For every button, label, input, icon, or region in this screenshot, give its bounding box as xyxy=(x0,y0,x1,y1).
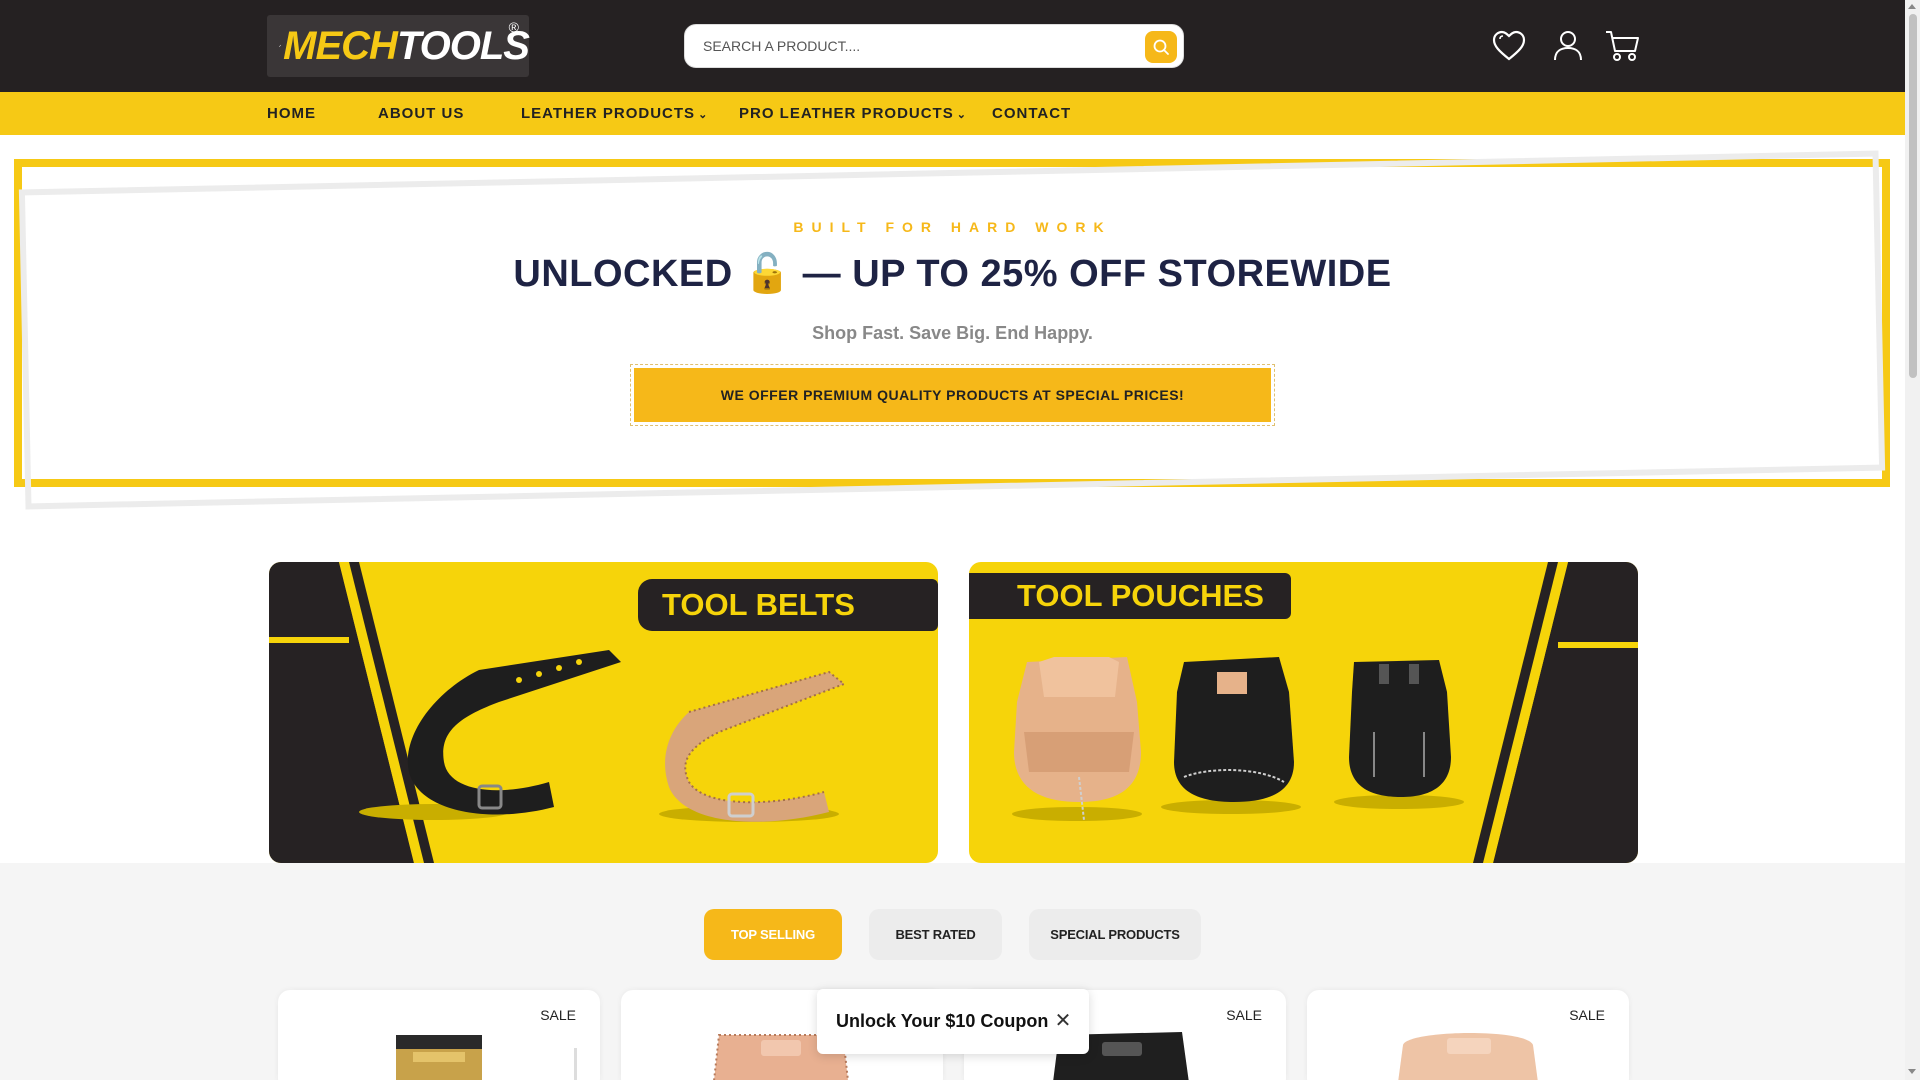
nav-contact[interactable]: CONTACT xyxy=(992,92,1071,135)
banner-tool-pouches[interactable]: TOOL POUCHES xyxy=(969,562,1638,863)
promo-cta-button[interactable]: WE OFFER PREMIUM QUALITY PRODUCTS AT SPE… xyxy=(630,364,1275,426)
coupon-text[interactable]: Unlock Your $10 Coupon xyxy=(836,1011,1048,1032)
nav-pro-leather-products[interactable]: PRO LEATHER PRODUCTS ⌄ xyxy=(739,92,967,135)
coupon-popup[interactable]: Unlock Your $10 Coupon ✕ xyxy=(817,989,1089,1054)
promo-kicker: BUILT FOR HARD WORK xyxy=(793,219,1112,235)
product-image xyxy=(396,1035,577,1080)
close-icon[interactable]: ✕ xyxy=(1053,1011,1073,1031)
search-icon xyxy=(1153,39,1169,55)
cart-icon xyxy=(1606,31,1639,61)
account-button[interactable] xyxy=(1548,26,1588,66)
chevron-down-icon: ⌄ xyxy=(698,109,709,121)
top-header: MECHTOOLS ® xyxy=(0,0,1905,92)
sale-badge: SALE xyxy=(540,1007,576,1023)
tab-top-selling[interactable]: TOP SELLING xyxy=(704,909,842,960)
tab-special-products[interactable]: SPECIAL PRODUCTS xyxy=(1029,909,1201,960)
nav-home-label: HOME xyxy=(267,105,316,122)
tool-pouches-label: TOOL POUCHES xyxy=(969,573,1291,619)
scroll-down-icon[interactable] xyxy=(1908,1069,1916,1074)
cart-button[interactable] xyxy=(1602,26,1642,66)
product-card[interactable]: SALE xyxy=(278,990,600,1080)
nav-contact-label: CONTACT xyxy=(992,105,1072,122)
scroll-up-icon[interactable] xyxy=(1908,4,1916,9)
tool-belts-label: TOOL BELTS xyxy=(638,579,938,631)
nav-about-label: ABOUT US xyxy=(378,105,465,122)
site-logo[interactable]: MECHTOOLS ® xyxy=(267,15,530,77)
tab-best-rated[interactable]: BEST RATED xyxy=(869,909,1002,960)
wishlist-button[interactable] xyxy=(1489,26,1529,66)
heart-icon xyxy=(1492,30,1526,61)
promo-title: UNLOCKED 🔓 — UP TO 25% OFF STOREWIDE xyxy=(513,253,1392,295)
sale-badge: SALE xyxy=(1569,1007,1605,1023)
search-input[interactable] xyxy=(703,25,1123,67)
registered-mark: ® xyxy=(508,19,519,35)
product-image xyxy=(1398,1033,1538,1080)
nav-about-us[interactable]: ABOUT US xyxy=(378,92,464,135)
sale-badge: SALE xyxy=(1226,1007,1262,1023)
page-scrollbar[interactable] xyxy=(1905,0,1920,1080)
nav-home[interactable]: HOME xyxy=(267,92,316,135)
scroll-thumb[interactable] xyxy=(1909,14,1917,378)
nav-pro-leather-label: PRO LEATHER PRODUCTS xyxy=(739,105,954,122)
user-icon xyxy=(1554,31,1582,61)
promo-subtitle: Shop Fast. Save Big. End Happy. xyxy=(812,323,1093,343)
search-button[interactable] xyxy=(1145,31,1177,63)
search-bar xyxy=(684,24,1184,68)
page: MECHTOOLS ® SEARCH A PRODUCT.... HOME AB… xyxy=(0,0,1920,1080)
wrench-icon xyxy=(279,44,281,47)
logo-text: MECHTOOLS xyxy=(283,24,530,68)
nav-leather-label: LEATHER PRODUCTS xyxy=(521,105,696,122)
chevron-down-icon: ⌄ xyxy=(956,109,967,121)
nav-leather-products[interactable]: LEATHER PRODUCTS ⌄ xyxy=(521,92,708,135)
main-nav: HOME ABOUT US LEATHER PRODUCTS ⌄ PRO LEAT… xyxy=(0,92,1905,135)
banner-tool-belts[interactable]: TOOL BELTS xyxy=(269,562,938,863)
product-card[interactable]: SALE xyxy=(1307,990,1629,1080)
